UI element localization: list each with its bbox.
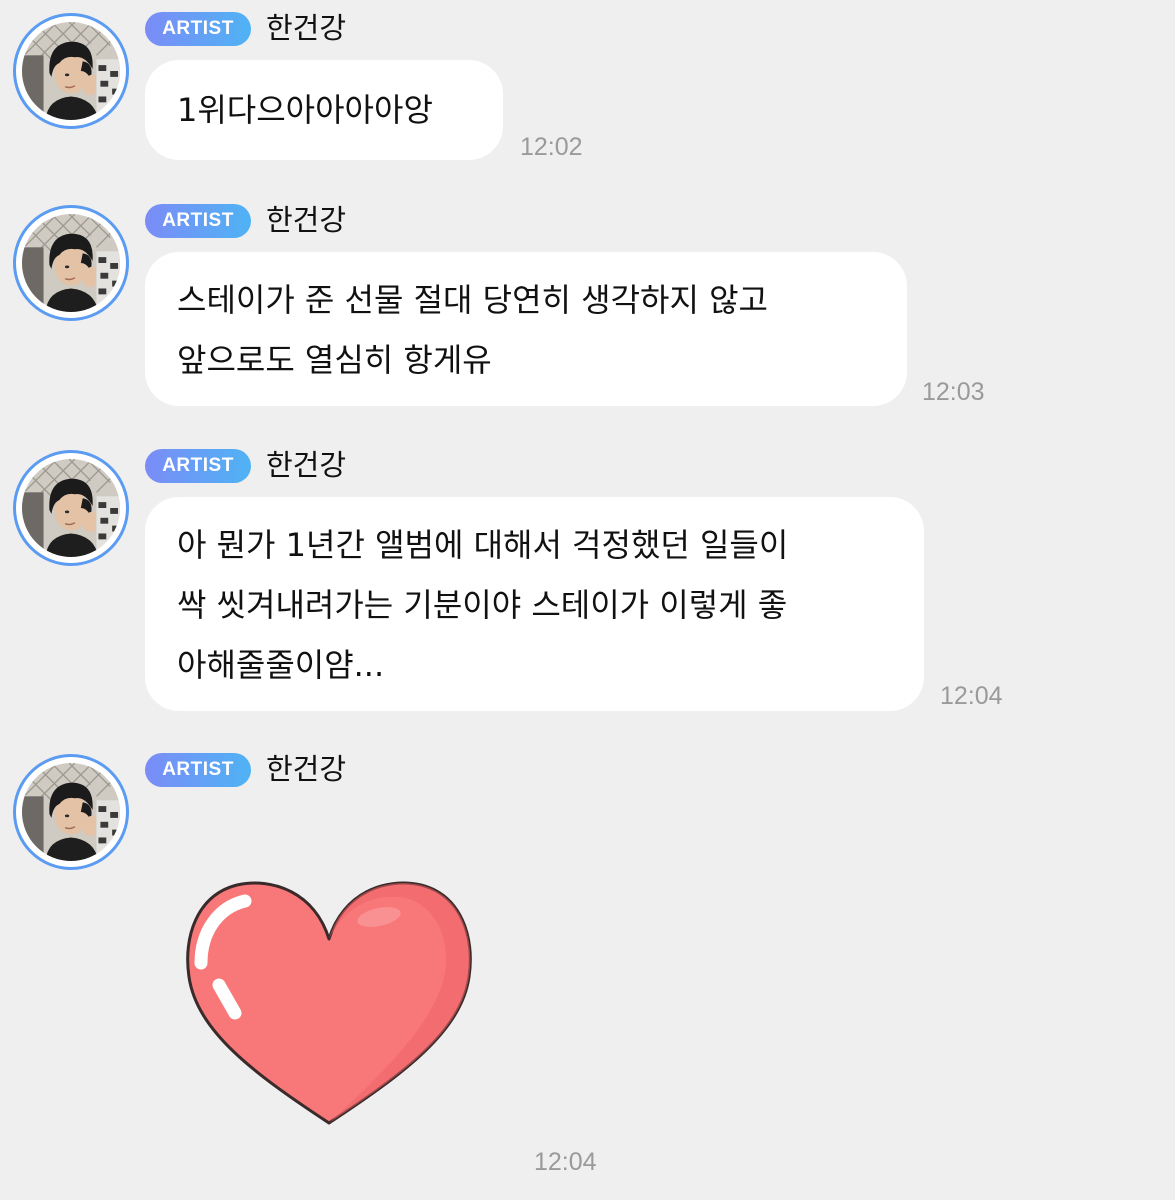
message-bubble[interactable]: 아 뭔가 1년간 앨범에 대해서 걱정했던 일들이 싹 씻겨내려가는 기분이야 … — [145, 497, 924, 711]
avatar[interactable] — [13, 13, 129, 129]
avatar-photo — [22, 763, 120, 861]
sender-name: 한건강 — [266, 11, 347, 45]
message-bubble[interactable]: 스테이가 준 선물 절대 당연히 생각하지 않고 앞으로도 열심히 항게유 — [145, 252, 907, 406]
avatar[interactable] — [13, 450, 129, 566]
sender-name: 한건강 — [266, 203, 347, 237]
sender-name: 한건강 — [266, 448, 347, 482]
artist-badge: ARTIST — [145, 204, 251, 238]
avatar-photo — [22, 22, 120, 120]
avatar[interactable] — [13, 754, 129, 870]
artist-badge: ARTIST — [145, 753, 251, 787]
avatar-photo — [22, 459, 120, 557]
artist-badge: ARTIST — [145, 449, 251, 483]
message-timestamp: 12:04 — [940, 682, 1003, 710]
heart-sticker[interactable] — [183, 873, 475, 1128]
message-timestamp: 12:02 — [520, 133, 583, 161]
message-timestamp: 12:03 — [922, 378, 985, 406]
sender-name: 한건강 — [266, 752, 347, 786]
message-bubble[interactable]: 1위다으아아아아앙 — [145, 60, 503, 160]
avatar-photo — [22, 214, 120, 312]
artist-badge: ARTIST — [145, 12, 251, 46]
message-timestamp: 12:04 — [534, 1148, 597, 1176]
avatar[interactable] — [13, 205, 129, 321]
